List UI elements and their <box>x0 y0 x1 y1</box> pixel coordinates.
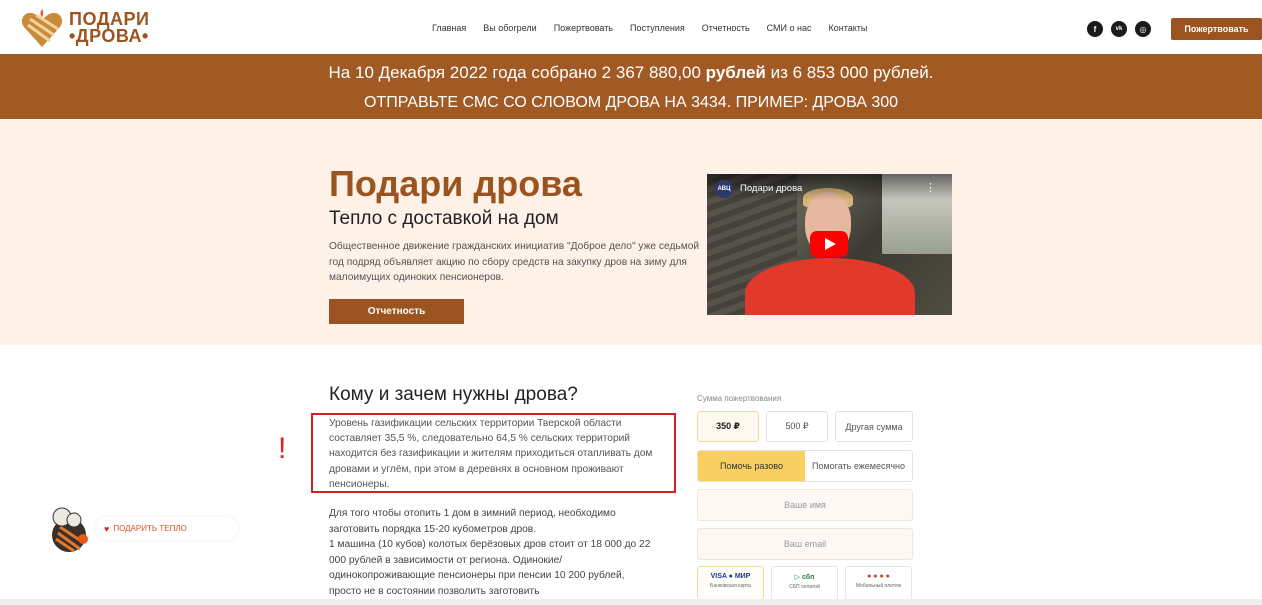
annotation-exclamation: ! <box>278 432 287 465</box>
hero-description: Общественное движение гражданских инициа… <box>329 241 700 283</box>
nav-item-warmed[interactable]: Вы обогрели <box>483 23 536 33</box>
main-nav: Главная Вы обогрели Пожертвовать Поступл… <box>432 23 884 33</box>
email-field[interactable]: Ваш email <box>697 528 913 560</box>
amount-option-350[interactable]: 350 ₽ <box>697 411 759 442</box>
header-donate-button[interactable]: Пожертвовать <box>1171 18 1262 40</box>
frequency-toggle: Помочь разово Помогать ежемесячно <box>697 450 913 482</box>
payment-sbp-logo: ▷ сбп <box>794 574 815 581</box>
video-title[interactable]: Подари дрова <box>740 183 802 194</box>
bottom-scroll-edge <box>0 599 1262 605</box>
logo-heart-icon <box>20 7 64 49</box>
firewood-cost-paragraph: Для того чтобы отопить 1 дом в зимний пе… <box>329 508 651 597</box>
social-links: f vk ◎ <box>1087 21 1159 37</box>
amount-option-other[interactable]: Другая сумма <box>835 411 913 442</box>
nav-item-donate[interactable]: Пожертвовать <box>554 23 613 33</box>
logo-text: ПОДАРИ •ДРОВА• <box>69 10 149 46</box>
video-menu-icon[interactable]: ⋮ <box>925 181 936 194</box>
gift-warmth-widget[interactable]: ♥ ПОДАРИТЬ ТЕПЛО <box>96 517 238 540</box>
nav-item-receipts[interactable]: Поступления <box>630 23 685 33</box>
instagram-icon[interactable]: ◎ <box>1135 21 1151 37</box>
once-option[interactable]: Помочь разово <box>698 451 805 481</box>
channel-avatar[interactable]: АВЦ <box>715 180 733 198</box>
payment-card[interactable]: VISA ● МИР Банковская карта <box>697 566 764 600</box>
payment-mobile-label: Мобильный платеж <box>855 583 902 589</box>
payment-sbp-label: СБП оплатой <box>789 584 820 590</box>
payment-card-logos: VISA ● МИР <box>710 573 751 580</box>
nav-item-contacts[interactable]: Контакты <box>829 23 868 33</box>
vk-icon[interactable]: vk <box>1111 21 1127 37</box>
nav-item-home[interactable]: Главная <box>432 23 466 33</box>
nav-item-reports[interactable]: Отчетность <box>702 23 750 33</box>
banner-suffix: из 6 853 000 рублей. <box>765 63 934 82</box>
banner-collected-text: На 10 Декабря 2022 года собрано 2 367 88… <box>0 63 1262 83</box>
amount-option-500[interactable]: 500 ₽ <box>766 411 828 442</box>
banner-prefix: На 10 Декабря 2022 года собрано 2 367 88… <box>328 63 706 82</box>
collection-banner: На 10 Декабря 2022 года собрано 2 367 88… <box>0 54 1262 119</box>
name-field[interactable]: Ваше имя <box>697 489 913 521</box>
gift-warmth-label: ПОДАРИТЬ ТЕПЛО <box>113 524 187 533</box>
donation-amount-label: Сумма пожертвования <box>697 394 782 403</box>
payment-card-label: Банковская карта <box>710 583 751 589</box>
banner-sms-text: ОТПРАВЬТЕ СМС СО СЛОВОМ ДРОВА НА 3434. П… <box>363 94 899 111</box>
widget-avatar[interactable] <box>48 505 90 553</box>
reports-button[interactable]: Отчетность <box>329 299 464 324</box>
facebook-icon[interactable]: f <box>1087 21 1103 37</box>
nav-item-media[interactable]: СМИ о нас <box>767 23 812 33</box>
site-header: ПОДАРИ •ДРОВА• Главная Вы обогрели Пожер… <box>0 0 1262 54</box>
hero-subtitle: Тепло с доставкой на дом <box>329 208 559 229</box>
payment-mobile-logos: ● ● ● ● <box>867 573 890 580</box>
section-title: Кому и зачем нужны дрова? <box>329 384 578 405</box>
logo-line-2: •ДРОВА• <box>69 26 149 46</box>
payment-sbp[interactable]: ▷ сбп СБП оплатой <box>771 566 838 600</box>
hero-title: Подари дрова <box>329 163 582 204</box>
gasification-paragraph: Уровень газификации сельских территории … <box>329 418 653 490</box>
logo[interactable]: ПОДАРИ •ДРОВА• <box>20 7 149 49</box>
payment-mobile[interactable]: ● ● ● ● Мобильный платеж <box>845 566 912 600</box>
hero-section: Подари дрова Тепло с доставкой на дом Об… <box>0 119 1262 345</box>
heart-icon: ♥ <box>104 523 110 534</box>
banner-bold: рублей <box>705 63 766 82</box>
play-button-icon[interactable] <box>810 231 848 257</box>
monthly-option[interactable]: Помогать ежемесячно <box>805 451 912 481</box>
video-player[interactable]: АВЦ Подари дрова ⋮ <box>707 174 952 315</box>
